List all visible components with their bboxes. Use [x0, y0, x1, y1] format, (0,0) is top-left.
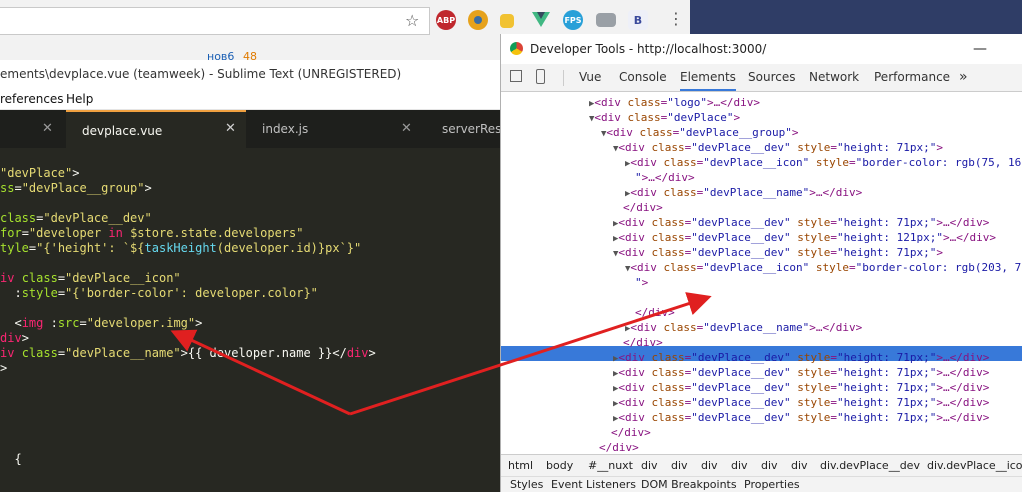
minimize-icon[interactable]: — [973, 34, 987, 64]
breadcrumb-item[interactable]: div.devPlace__icon [927, 455, 1022, 476]
dom-node[interactable]: ▼<div class="devPlace__group"> [601, 125, 799, 140]
dom-node: </div> [611, 426, 651, 439]
breadcrumb-item[interactable]: div [641, 455, 658, 476]
lock-icon[interactable] [500, 14, 514, 28]
code-line: tyle="{'height': `${taskHeight(developer… [0, 241, 362, 255]
dom-tree[interactable]: ▶<div class="logo">…</div> ▼<div class="… [501, 92, 1022, 454]
dom-node[interactable]: ▶<div class="devPlace__dev" style="heigh… [613, 410, 989, 425]
inspect-icon[interactable] [510, 70, 522, 82]
sublime-window: ements\devplace.vue (teamweek) - Sublime… [0, 60, 517, 492]
dom-node[interactable]: ▶<div class="devPlace__dev" style="heigh… [613, 365, 989, 380]
sublime-menu: references Help [0, 88, 500, 110]
menu-item-help[interactable]: Help [66, 88, 93, 110]
tab-dom-breakpoints[interactable]: DOM Breakpoints [641, 477, 737, 492]
devtools-toolbar: Vue Console Elements Sources Network Per… [501, 64, 1022, 92]
tab-performance[interactable]: Performance [874, 64, 950, 91]
dom-node[interactable]: ▼<div class="devPlace"> [589, 110, 740, 125]
code-line: div> [0, 331, 29, 345]
dom-node[interactable]: ▶<div class="devPlace__name">…</div> [625, 185, 862, 200]
address-bar[interactable] [0, 7, 430, 35]
dom-node[interactable]: ▶<div class="devPlace__dev" style="heigh… [613, 230, 996, 245]
devtools-window: Developer Tools - http://localhost:3000/… [500, 34, 1022, 492]
chrome-menu-icon[interactable]: ⋮ [668, 9, 684, 28]
breadcrumb-item[interactable]: #__nuxt [588, 455, 633, 476]
code-line: ss="devPlace__group"> [0, 181, 152, 195]
tab-index[interactable]: index.js [262, 110, 308, 148]
dom-node[interactable]: ▶<div class="devPlace__dev" style="heigh… [613, 380, 989, 395]
breadcrumb-item[interactable]: div [761, 455, 778, 476]
fps-icon[interactable]: FPS [563, 10, 583, 30]
dom-node: ">…</div> [635, 171, 695, 184]
dom-node[interactable]: ▶<div class="devPlace__dev" style="heigh… [613, 350, 989, 365]
code-line: for="developer in $store.state.developer… [0, 226, 304, 240]
breadcrumb-item[interactable]: div [731, 455, 748, 476]
device-toggle-icon[interactable] [536, 69, 545, 84]
tab-label: index.js [262, 122, 309, 136]
tab-vue[interactable]: Vue [579, 64, 601, 91]
dom-node[interactable]: ▼<div class="devPlace__dev" style="heigh… [613, 140, 943, 155]
dom-node: "> [635, 276, 649, 289]
dom-node[interactable]: ▶<div class="logo">…</div> [589, 95, 760, 110]
tab-properties[interactable]: Properties [744, 477, 800, 492]
breadcrumb-item[interactable]: div [671, 455, 688, 476]
breadcrumb: html body #__nuxt div div div div div di… [501, 454, 1022, 476]
code-line: :style="{'border-color': developer.color… [0, 286, 318, 300]
tab-elements[interactable]: Elements [680, 64, 736, 91]
devtools-title: Developer Tools - http://localhost:3000/ [530, 42, 767, 56]
dom-node[interactable]: ▶<div class="devPlace__icon" style="bord… [625, 155, 1021, 170]
sublime-title: ements\devplace.vue (teamweek) - Sublime… [0, 60, 500, 88]
devtools-titlebar: Developer Tools - http://localhost:3000/… [501, 34, 1022, 64]
breadcrumb-item[interactable]: body [546, 455, 573, 476]
tab-sources[interactable]: Sources [748, 64, 795, 91]
code-line: iv class="devPlace__icon" [0, 271, 181, 285]
close-icon[interactable]: ✕ [42, 110, 53, 148]
dom-node: </div> [599, 441, 639, 454]
more-tabs-icon[interactable]: » [959, 64, 968, 91]
vue-icon[interactable] [531, 10, 551, 30]
tab-devplace[interactable]: devplace.vue [66, 110, 246, 148]
styles-pane-tabs: Styles Event Listeners DOM Breakpoints P… [501, 476, 1022, 492]
dom-node[interactable]: ▼<div class="devPlace__icon" style="bord… [625, 260, 1021, 275]
selected-suffix: == $0 [865, 306, 899, 319]
breadcrumb-item[interactable]: div.devPlace__dev [820, 455, 920, 476]
code-line: "devPlace"> [0, 166, 80, 180]
breadcrumb-item[interactable]: div [791, 455, 808, 476]
tab-event-listeners[interactable]: Event Listeners [551, 477, 636, 492]
dom-node-selected[interactable]: … <img src="~/assets/default.png"> == $0 [501, 290, 1022, 319]
dom-node: </div> [635, 306, 675, 319]
mail-icon[interactable] [596, 13, 616, 27]
menu-item-preferences[interactable]: references [0, 88, 64, 110]
breadcrumb-item[interactable]: html [508, 455, 533, 476]
abp-icon[interactable]: ABP [436, 10, 456, 30]
circle-icon[interactable] [468, 10, 488, 30]
bookmark-star-icon[interactable]: ☆ [405, 11, 419, 30]
tab-label: devplace.vue [82, 124, 163, 138]
dom-node: </div> [623, 336, 663, 349]
breadcrumb-item[interactable]: div [701, 455, 718, 476]
close-icon[interactable]: ✕ [225, 110, 236, 148]
code-line: > [0, 361, 8, 375]
tab-console[interactable]: Console [619, 64, 667, 91]
dom-node[interactable]: ▶<div class="devPlace__dev" style="heigh… [613, 395, 989, 410]
code-line: class="devPlace__dev" [0, 211, 152, 225]
toolbar-divider [563, 70, 564, 86]
b-icon[interactable]: B [628, 10, 648, 30]
sublime-tabbar: ✕ devplace.vue ✕ index.js ✕ serverResult [0, 110, 517, 148]
code-line: iv class="devPlace__name">{{ developer.n… [0, 346, 376, 360]
tab-network[interactable]: Network [809, 64, 859, 91]
tab-styles[interactable]: Styles [510, 477, 543, 492]
dom-node: </div> [623, 201, 663, 214]
code-line: <img :src="developer.img"> [0, 316, 203, 330]
dom-node[interactable]: ▶<div class="devPlace__name">…</div> [625, 320, 862, 335]
dom-node[interactable]: ▶<div class="devPlace__dev" style="heigh… [613, 215, 989, 230]
close-icon[interactable]: ✕ [401, 110, 412, 148]
dom-node[interactable]: ▼<div class="devPlace__dev" style="heigh… [613, 245, 943, 260]
code-line: { [0, 452, 22, 466]
chrome-logo-icon [510, 42, 523, 55]
